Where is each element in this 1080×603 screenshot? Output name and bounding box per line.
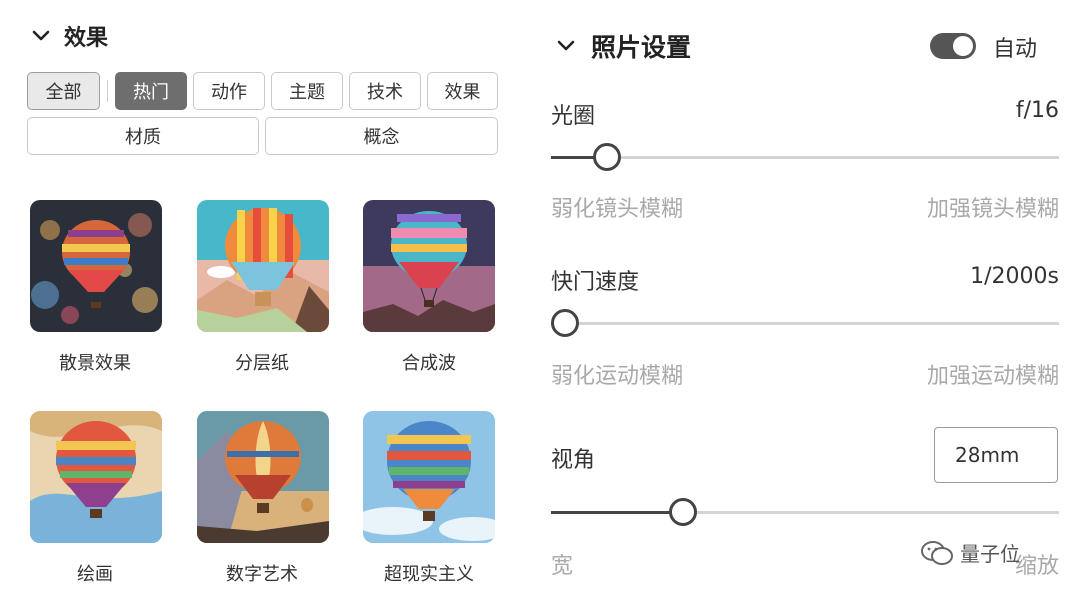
slider-handle[interactable]: [669, 498, 697, 526]
aperture-max-hint: 加强镜头模糊: [926, 197, 1059, 222]
slider-fill: [551, 511, 683, 514]
field-of-view-label: 视角: [551, 448, 596, 473]
balloon-bokeh-image: [30, 200, 162, 332]
photo-settings-title: 照片设置: [591, 33, 692, 62]
auto-toggle-label: 自动: [993, 37, 1038, 62]
shutter-min-hint: 弱化运动模糊: [551, 364, 684, 389]
effect-thumbnail-synthwave[interactable]: [363, 200, 495, 332]
balloon-synthwave-image: [363, 200, 495, 332]
auto-toggle-switch[interactable]: [930, 33, 976, 59]
filter-chip-popular[interactable]: 热门: [115, 72, 187, 110]
shutter-max-hint: 加强运动模糊: [926, 364, 1059, 389]
filter-chip-theme[interactable]: 主题: [271, 72, 343, 110]
fov-min-hint: 宽: [551, 554, 574, 579]
effects-section-title: 效果: [64, 26, 109, 51]
toggle-knob: [953, 36, 973, 56]
fov-max-hint: 缩放: [1014, 554, 1059, 579]
balloon-painting-image: [30, 411, 162, 543]
thumbnail-label: 散景效果: [59, 353, 131, 374]
filter-chip-material[interactable]: 材质: [27, 117, 259, 155]
balloon-paper-image: [197, 200, 329, 332]
effects-section-header[interactable]: 效果: [30, 20, 108, 52]
shutter-speed-value: 1/2000s: [970, 264, 1059, 289]
thumbnail-label: 合成波: [402, 353, 456, 374]
effect-thumbnail-digital-art[interactable]: [197, 411, 329, 543]
watermark: 量子位: [920, 538, 1020, 567]
field-of-view-input[interactable]: 28mm: [934, 427, 1058, 483]
field-of-view-slider[interactable]: [551, 498, 1059, 526]
balloon-surrealism-image: [363, 411, 495, 543]
filter-chip-technique[interactable]: 技术: [349, 72, 421, 110]
shutter-speed-label: 快门速度: [551, 270, 640, 295]
chevron-down-icon[interactable]: [555, 35, 577, 57]
watermark-text: 量子位: [960, 542, 1020, 566]
slider-handle[interactable]: [551, 309, 579, 337]
chip-divider: [107, 80, 108, 102]
filter-chip-effect[interactable]: 效果: [427, 72, 498, 110]
aperture-value: f/16: [1015, 98, 1059, 123]
chevron-down-icon[interactable]: [30, 25, 52, 47]
effects-panel: 效果 全部 热门 动作 主题 技术 效果 材质 概念 散景效果 分层纸 合成波 …: [0, 0, 520, 603]
filter-chip-all[interactable]: 全部: [27, 72, 100, 110]
effect-thumbnail-layered-paper[interactable]: [197, 200, 329, 332]
aperture-label: 光圈: [551, 104, 596, 129]
filter-chip-action[interactable]: 动作: [193, 72, 265, 110]
filter-chip-concept[interactable]: 概念: [265, 117, 498, 155]
thumbnail-label: 数字艺术: [226, 564, 298, 585]
photo-settings-panel: 照片设置 自动 光圈 f/16 弱化镜头模糊 加强镜头模糊 快门速度 1/200…: [520, 0, 1080, 603]
aperture-min-hint: 弱化镜头模糊: [551, 197, 684, 222]
wechat-icon: [921, 540, 953, 565]
shutter-speed-slider[interactable]: [551, 309, 1059, 337]
effect-thumbnail-painting[interactable]: [30, 411, 162, 543]
photo-settings-header[interactable]: 照片设置: [555, 28, 691, 64]
effect-thumbnail-bokeh[interactable]: [30, 200, 162, 332]
slider-handle[interactable]: [593, 143, 621, 171]
thumbnail-label: 超现实主义: [384, 564, 474, 585]
thumbnail-label: 绘画: [77, 564, 113, 585]
thumbnail-label: 分层纸: [235, 353, 289, 374]
aperture-slider[interactable]: [551, 143, 1059, 171]
balloon-digital-art-image: [197, 411, 329, 543]
effect-thumbnail-surrealism[interactable]: [363, 411, 495, 543]
